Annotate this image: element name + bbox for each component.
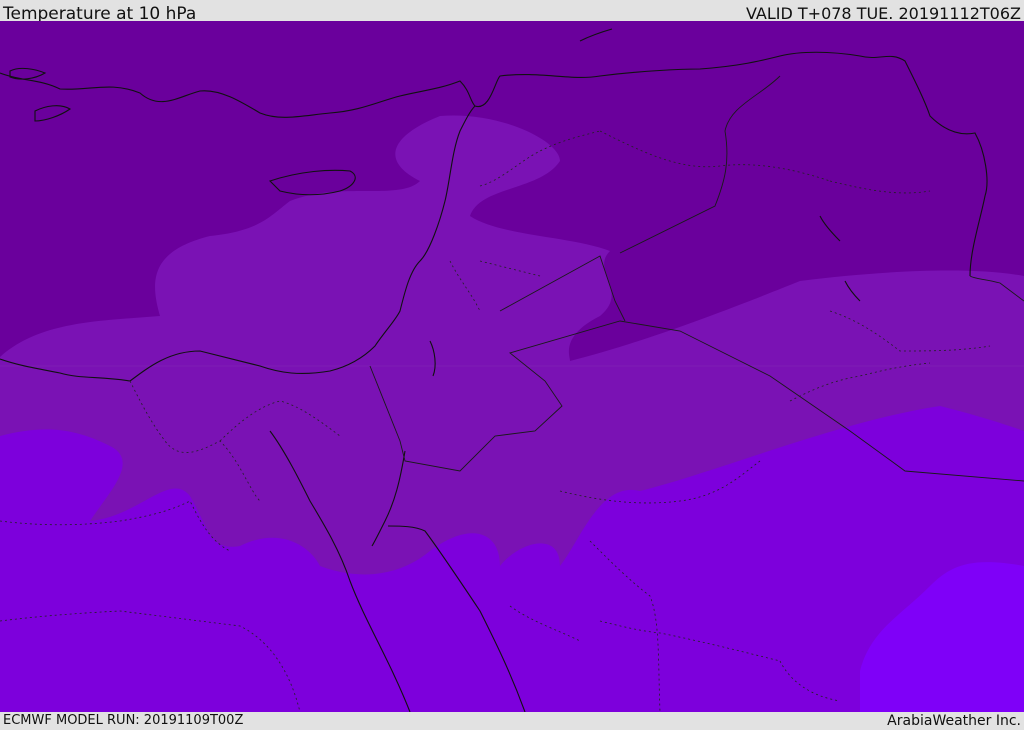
temperature-map [0,21,1024,712]
model-run-label: ECMWF MODEL RUN: 20191109T00Z [3,713,244,728]
credit-label: ArabiaWeather Inc. [887,713,1021,729]
